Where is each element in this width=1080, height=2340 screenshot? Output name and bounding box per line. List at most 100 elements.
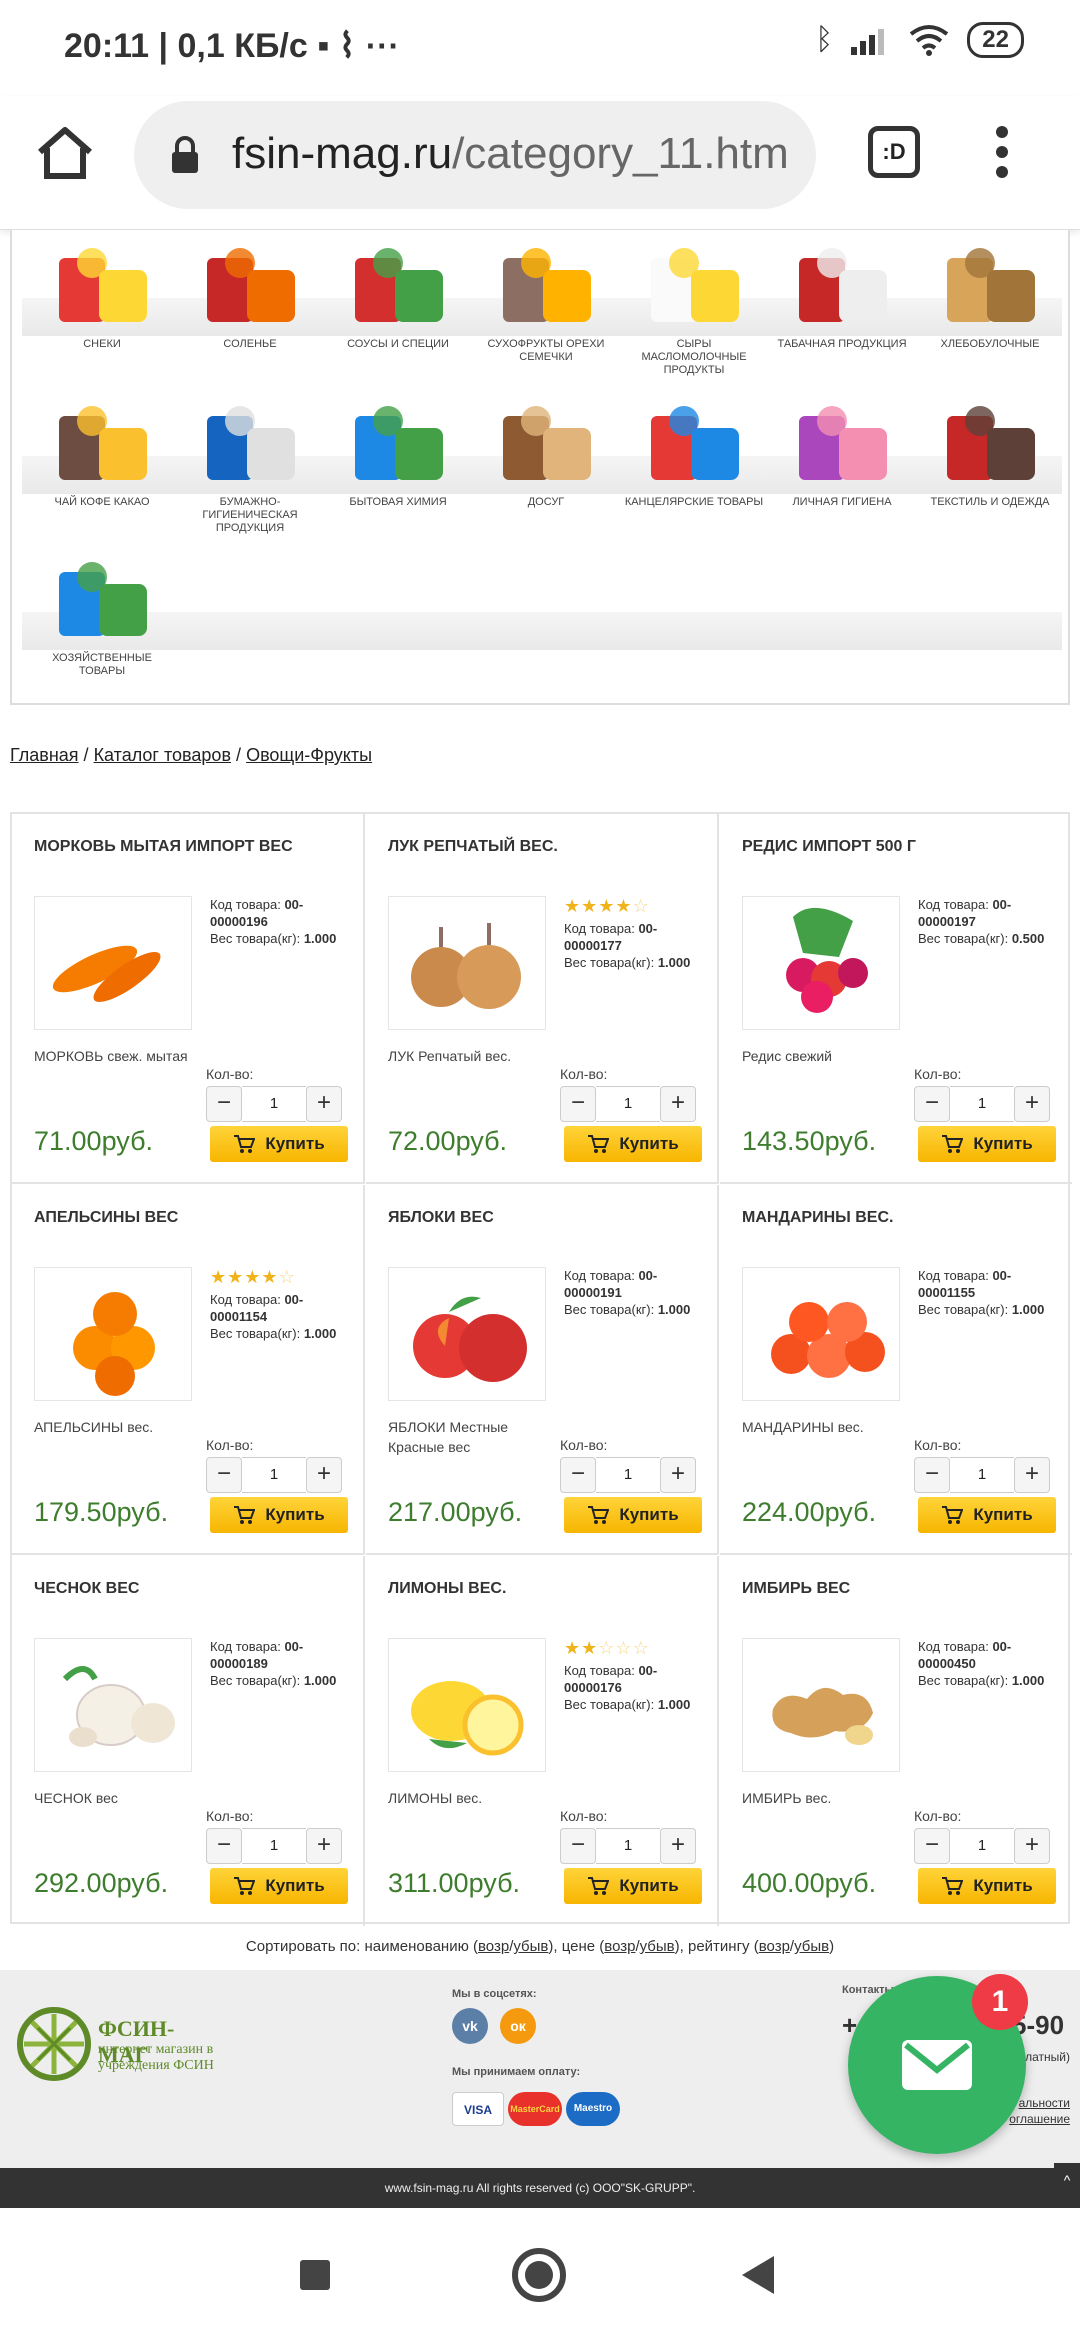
social-label: Мы в соцсетях:	[452, 1988, 537, 2000]
url-text[interactable]: fsin-mag.ru/category_11.htm	[232, 129, 797, 179]
sort-rating-desc-link[interactable]: убыв	[794, 1938, 829, 1955]
product-image[interactable]	[388, 896, 546, 1030]
category-item[interactable]: ЧАЙ КОФЕ КАКАО	[32, 398, 172, 509]
message-notification-icon: ▪	[317, 27, 339, 65]
rating-stars[interactable]: ★★☆☆☆	[564, 1638, 650, 1659]
category-item[interactable]: СУХОФРУКТЫ ОРЕХИ СЕМЕЧКИ	[476, 240, 616, 364]
site-logo[interactable]: ФСИН-МАГ интернет магазин в учреждения Ф…	[14, 2004, 224, 2084]
buy-button[interactable]: Купить	[918, 1126, 1056, 1162]
product-title[interactable]: ЛИМОНЫ ВЕС.	[388, 1580, 506, 1598]
category-item[interactable]: СОУСЫ И СПЕЦИИ	[328, 240, 468, 351]
buy-button[interactable]: Купить	[564, 1497, 702, 1533]
decrease-quantity-button[interactable]: −	[206, 1086, 242, 1122]
product-title[interactable]: ЯБЛОКИ ВЕС	[388, 1209, 494, 1227]
decrease-quantity-button[interactable]: −	[206, 1828, 242, 1864]
breadcrumb-current-link[interactable]: Овощи-Фрукты	[246, 745, 372, 765]
quantity-input[interactable]: 1	[242, 1457, 306, 1493]
sort-name-asc-link[interactable]: возр	[478, 1938, 509, 1955]
sort-name-desc-link[interactable]: убыв	[513, 1938, 548, 1955]
decrease-quantity-button[interactable]: −	[914, 1828, 950, 1864]
browser-menu-icon[interactable]	[996, 126, 1010, 182]
breadcrumb-home-link[interactable]: Главная	[10, 745, 79, 765]
tabs-switcher-icon[interactable]: :D	[868, 126, 920, 178]
increase-quantity-button[interactable]: +	[660, 1828, 696, 1864]
increase-quantity-button[interactable]: +	[1014, 1086, 1050, 1122]
category-item[interactable]: ДОСУГ	[476, 398, 616, 509]
decrease-quantity-button[interactable]: −	[560, 1086, 596, 1122]
sort-price-asc-link[interactable]: возр	[604, 1938, 635, 1955]
decrease-quantity-button[interactable]: −	[560, 1457, 596, 1493]
product-image[interactable]	[742, 1267, 900, 1401]
scroll-to-top-button[interactable]: ^	[1054, 2163, 1080, 2199]
address-bar[interactable]: fsin-mag.ru/category_11.htm	[134, 101, 816, 209]
odnoklassniki-icon[interactable]: ок	[500, 2008, 536, 2044]
buy-button[interactable]: Купить	[210, 1126, 348, 1162]
category-item[interactable]: КАНЦЕЛЯРСКИЕ ТОВАРЫ	[624, 398, 764, 509]
vk-icon[interactable]: vk	[452, 2008, 488, 2044]
category-item[interactable]: СЫРЫ МАСЛОМОЛОЧНЫЕ ПРОДУКТЫ	[624, 240, 764, 377]
home-nav-button[interactable]	[512, 2248, 566, 2302]
cart-icon	[234, 1135, 256, 1153]
increase-quantity-button[interactable]: +	[306, 1828, 342, 1864]
product-image[interactable]	[34, 1638, 192, 1772]
decrease-quantity-button[interactable]: −	[914, 1457, 950, 1493]
category-item[interactable]: ХОЗЯЙСТВЕННЫЕ ТОВАРЫ	[32, 554, 172, 678]
category-item[interactable]: ТАБАЧНАЯ ПРОДУКЦИЯ	[772, 240, 912, 351]
agreement-link[interactable]: оглашение	[1009, 2112, 1070, 2126]
quantity-input[interactable]: 1	[950, 1828, 1014, 1864]
buy-button[interactable]: Купить	[210, 1497, 348, 1533]
rating-stars[interactable]: ★★★★☆	[210, 1267, 296, 1288]
product-image[interactable]	[34, 896, 192, 1030]
buy-button[interactable]: Купить	[918, 1497, 1056, 1533]
category-item[interactable]: БЫТОВАЯ ХИМИЯ	[328, 398, 468, 509]
product-image[interactable]	[742, 1638, 900, 1772]
category-item[interactable]: ЛИЧНАЯ ГИГИЕНА	[772, 398, 912, 509]
product-title[interactable]: МАНДАРИНЫ ВЕС.	[742, 1209, 893, 1227]
category-item[interactable]: ХЛЕБОБУЛОЧНЫЕ	[920, 240, 1060, 351]
quantity-input[interactable]: 1	[950, 1457, 1014, 1493]
product-image[interactable]	[388, 1267, 546, 1401]
product-title[interactable]: ЧЕСНОК ВЕС	[34, 1580, 139, 1598]
increase-quantity-button[interactable]: +	[306, 1457, 342, 1493]
sort-price-desc-link[interactable]: убыв	[640, 1938, 675, 1955]
decrease-quantity-button[interactable]: −	[206, 1457, 242, 1493]
buy-button[interactable]: Купить	[918, 1868, 1056, 1904]
increase-quantity-button[interactable]: +	[1014, 1457, 1050, 1493]
increase-quantity-button[interactable]: +	[660, 1457, 696, 1493]
breadcrumb-catalog-link[interactable]: Каталог товаров	[94, 745, 231, 765]
product-image[interactable]	[742, 896, 900, 1030]
product-image[interactable]	[34, 1267, 192, 1401]
privacy-link[interactable]: альности	[1019, 2096, 1070, 2110]
quantity-input[interactable]: 1	[242, 1086, 306, 1122]
product-title[interactable]: МОРКОВЬ МЫТАЯ ИМПОРТ ВЕС	[34, 838, 293, 856]
category-item[interactable]: СНЕКИ	[32, 240, 172, 351]
buy-button[interactable]: Купить	[564, 1868, 702, 1904]
category-item[interactable]: БУМАЖНО-ГИГИЕНИЧЕСКАЯ ПРОДУКЦИЯ	[180, 398, 320, 535]
quantity-input[interactable]: 1	[596, 1086, 660, 1122]
sort-rating-asc-link[interactable]: возр	[759, 1938, 790, 1955]
product-title[interactable]: ИМБИРЬ ВЕС	[742, 1580, 850, 1598]
category-item[interactable]: СОЛЕНЬЕ	[180, 240, 320, 351]
increase-quantity-button[interactable]: +	[306, 1086, 342, 1122]
quantity-input[interactable]: 1	[596, 1457, 660, 1493]
quantity-input[interactable]: 1	[242, 1828, 306, 1864]
decrease-quantity-button[interactable]: −	[560, 1828, 596, 1864]
increase-quantity-button[interactable]: +	[660, 1086, 696, 1122]
product-title[interactable]: АПЕЛЬСИНЫ ВЕС	[34, 1209, 178, 1227]
rating-stars[interactable]: ★★★★☆	[564, 896, 650, 917]
quantity-input[interactable]: 1	[596, 1828, 660, 1864]
category-item[interactable]: ТЕКСТИЛЬ И ОДЕЖДА	[920, 398, 1060, 509]
buy-button[interactable]: Купить	[210, 1868, 348, 1904]
buy-button[interactable]: Купить	[564, 1126, 702, 1162]
quantity-input[interactable]: 1	[950, 1086, 1014, 1122]
category-label: КАНЦЕЛЯРСКИЕ ТОВАРЫ	[624, 496, 764, 508]
decrease-quantity-button[interactable]: −	[914, 1086, 950, 1122]
recents-button[interactable]	[300, 2260, 330, 2290]
product-title[interactable]: РЕДИС ИМПОРТ 500 Г	[742, 838, 916, 856]
back-button[interactable]	[742, 2256, 774, 2294]
product-title[interactable]: ЛУК РЕПЧАТЫЙ ВЕС.	[388, 838, 558, 856]
product-subtitle: АПЕЛЬСИНЫ вес.	[34, 1419, 154, 1435]
product-image[interactable]	[388, 1638, 546, 1772]
home-icon[interactable]	[34, 122, 96, 184]
increase-quantity-button[interactable]: +	[1014, 1828, 1050, 1864]
